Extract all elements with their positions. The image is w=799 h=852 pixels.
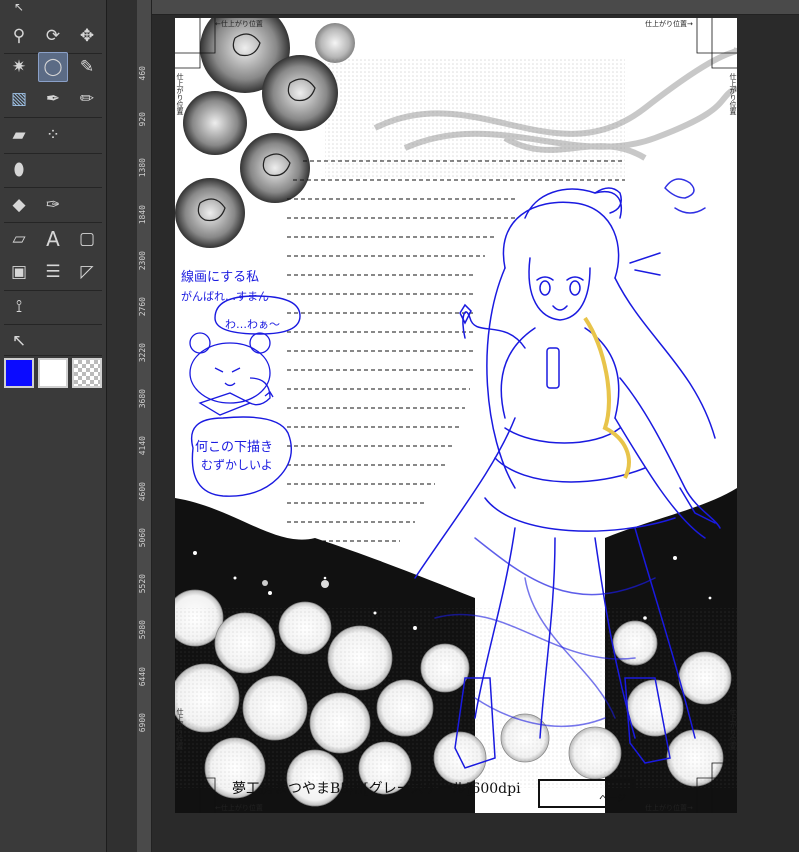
ruler-label: 3220 xyxy=(138,343,147,363)
eyedropper-icon: ✎ xyxy=(79,57,95,77)
magic-wand-icon: ✷ xyxy=(11,57,27,77)
rectangle-icon: ▢ xyxy=(78,229,96,249)
ruler-label: 3680 xyxy=(138,389,147,409)
ruler-label: 460 xyxy=(138,66,147,81)
airbrush-icon: ⁘ xyxy=(45,125,61,145)
water-drop-icon: ⬮ xyxy=(13,160,25,180)
ruler-label: 2300 xyxy=(138,250,147,271)
pen-icon: ✒ xyxy=(45,89,61,109)
eyedropper-tool[interactable]: ✎ xyxy=(72,52,102,82)
fill-tool[interactable]: ◆ xyxy=(4,190,34,220)
text-tool[interactable]: A xyxy=(38,224,68,254)
sketch-note-bubble-text: わ…わぁ～ xyxy=(225,318,280,331)
hair-accent xyxy=(583,316,631,479)
page-number-box: ページ xyxy=(538,779,634,808)
crop-label-right-bottom: 仕上がり位置 xyxy=(729,708,737,750)
eraser-tool[interactable]: ▰ xyxy=(4,120,34,150)
hamster-sketch xyxy=(189,332,274,416)
balloon-tool[interactable]: ⟟ xyxy=(4,292,34,322)
blend-tool[interactable]: ▧ xyxy=(4,84,34,114)
eraser-icon: ▰ xyxy=(12,125,26,145)
pencil-tool[interactable]: ✏ xyxy=(72,84,102,114)
transparent-color-swatch[interactable] xyxy=(72,358,102,388)
object-select-icon: ↖ xyxy=(11,331,27,351)
spray-tool[interactable]: ⁘ xyxy=(38,120,68,150)
crop-label-right-top: 仕上がり位置 xyxy=(729,73,737,115)
sketch-note-line3: 何この下描き xyxy=(195,440,274,455)
rotate-icon: ⟳ xyxy=(45,26,61,46)
crop-label-left-bottom: 仕上がり位置 xyxy=(176,708,184,750)
artwork-layer xyxy=(175,18,737,813)
ruler-label: 2760 xyxy=(138,297,147,317)
hatch-lines-icon: ☰ xyxy=(45,262,61,282)
sketch-note-line2: がんばれ…すまん xyxy=(181,290,269,303)
document-page[interactable]: ←仕上がり位置 仕上がり位置→ ←仕上がり位置 仕上がり位置→ 仕上がり位置 仕… xyxy=(175,18,737,813)
blend-icon: ▧ xyxy=(10,89,28,109)
frame-icon: ▱ xyxy=(12,229,26,249)
ruler-label: 920 xyxy=(138,112,147,127)
ruler-label: 6900 xyxy=(138,712,147,733)
ruler-label: 5980 xyxy=(138,620,147,640)
ruler-label: 4140 xyxy=(138,435,147,455)
balloon-tail-icon: ⟟ xyxy=(15,297,23,317)
pencil-icon: ✏ xyxy=(79,89,95,109)
ruler-label: 1840 xyxy=(138,204,147,224)
triangle-ruler-icon: ◸ xyxy=(80,262,94,282)
water-tool[interactable]: ⬮ xyxy=(4,155,34,185)
tool-palette: ↖ ⚲ ⟳ ✥ ✷ ◯ ✎ ▧ ✒ ✏ ▰ ⁘ ⬮ ◆ ✑ ▱ A ▢ ▣ ☰ … xyxy=(0,0,107,852)
sketch-note-line4: むずかしいよ xyxy=(201,458,273,472)
crop-label-left-top: 仕上がり位置 xyxy=(176,73,184,115)
rotate-tool[interactable]: ⟳ xyxy=(38,21,68,51)
gradient-tool[interactable]: ▣ xyxy=(4,257,34,287)
ruler-tool[interactable]: ◸ xyxy=(72,257,102,287)
object-select-icon[interactable]: ↖ xyxy=(4,0,34,14)
magnifier-icon: ⚲ xyxy=(12,26,26,46)
ruler-label: 6440 xyxy=(138,666,147,686)
zoom-tool[interactable]: ⚲ xyxy=(4,21,34,51)
horizontal-ruler: 0 xyxy=(139,0,799,15)
main-color-swatch[interactable] xyxy=(4,358,34,388)
tool-row-top: ↖ xyxy=(0,0,106,14)
crop-label-bottom-right: 仕上がり位置→ xyxy=(645,804,693,812)
lines-tool[interactable]: ☰ xyxy=(38,257,68,287)
magic-wand-tool[interactable]: ✷ xyxy=(4,52,34,82)
panel-gutter xyxy=(107,0,137,852)
lasso-tool[interactable]: ◯ xyxy=(38,52,68,82)
ruler-label: 1380 xyxy=(138,158,147,178)
page-label: ページ xyxy=(599,794,626,804)
sketch-note-line1: 線画にする私 xyxy=(181,270,260,285)
frame-tool[interactable]: ▱ xyxy=(4,224,34,254)
sub-color-swatch[interactable] xyxy=(38,358,68,388)
paper-spec-label: 夢工房まつやまB5用[グレースケール]600dpi xyxy=(232,781,521,797)
fill-bucket-icon: ◆ xyxy=(12,195,26,215)
vector-pen-icon: ✑ xyxy=(45,195,61,215)
vertical-ruler: 460 920 1380 1840 2300 2760 3220 3680 4140 4600 50… xyxy=(137,0,152,852)
move-tool[interactable]: ✥ xyxy=(72,21,102,51)
lasso-icon: ◯ xyxy=(43,57,63,77)
ruler-label: 4600 xyxy=(138,481,147,502)
writing-lines xyxy=(287,160,625,542)
pen-tool[interactable]: ✒ xyxy=(38,84,68,114)
crop-label-top-right: 仕上がり位置→ xyxy=(645,20,693,28)
text-icon: A xyxy=(46,227,60,251)
rect-tool[interactable]: ▢ xyxy=(72,224,102,254)
ruler-label: 5520 xyxy=(138,574,147,594)
ruler-label: 5060 xyxy=(138,528,147,548)
gradient-icon: ▣ xyxy=(10,262,28,282)
move-icon: ✥ xyxy=(79,26,95,46)
crop-label-bottom-left: ←仕上がり位置 xyxy=(215,804,263,812)
vector-pen-tool[interactable]: ✑ xyxy=(38,190,68,220)
crop-label-top-left: ←仕上がり位置 xyxy=(215,20,263,28)
object-select-tool[interactable]: ↖ xyxy=(4,326,34,356)
